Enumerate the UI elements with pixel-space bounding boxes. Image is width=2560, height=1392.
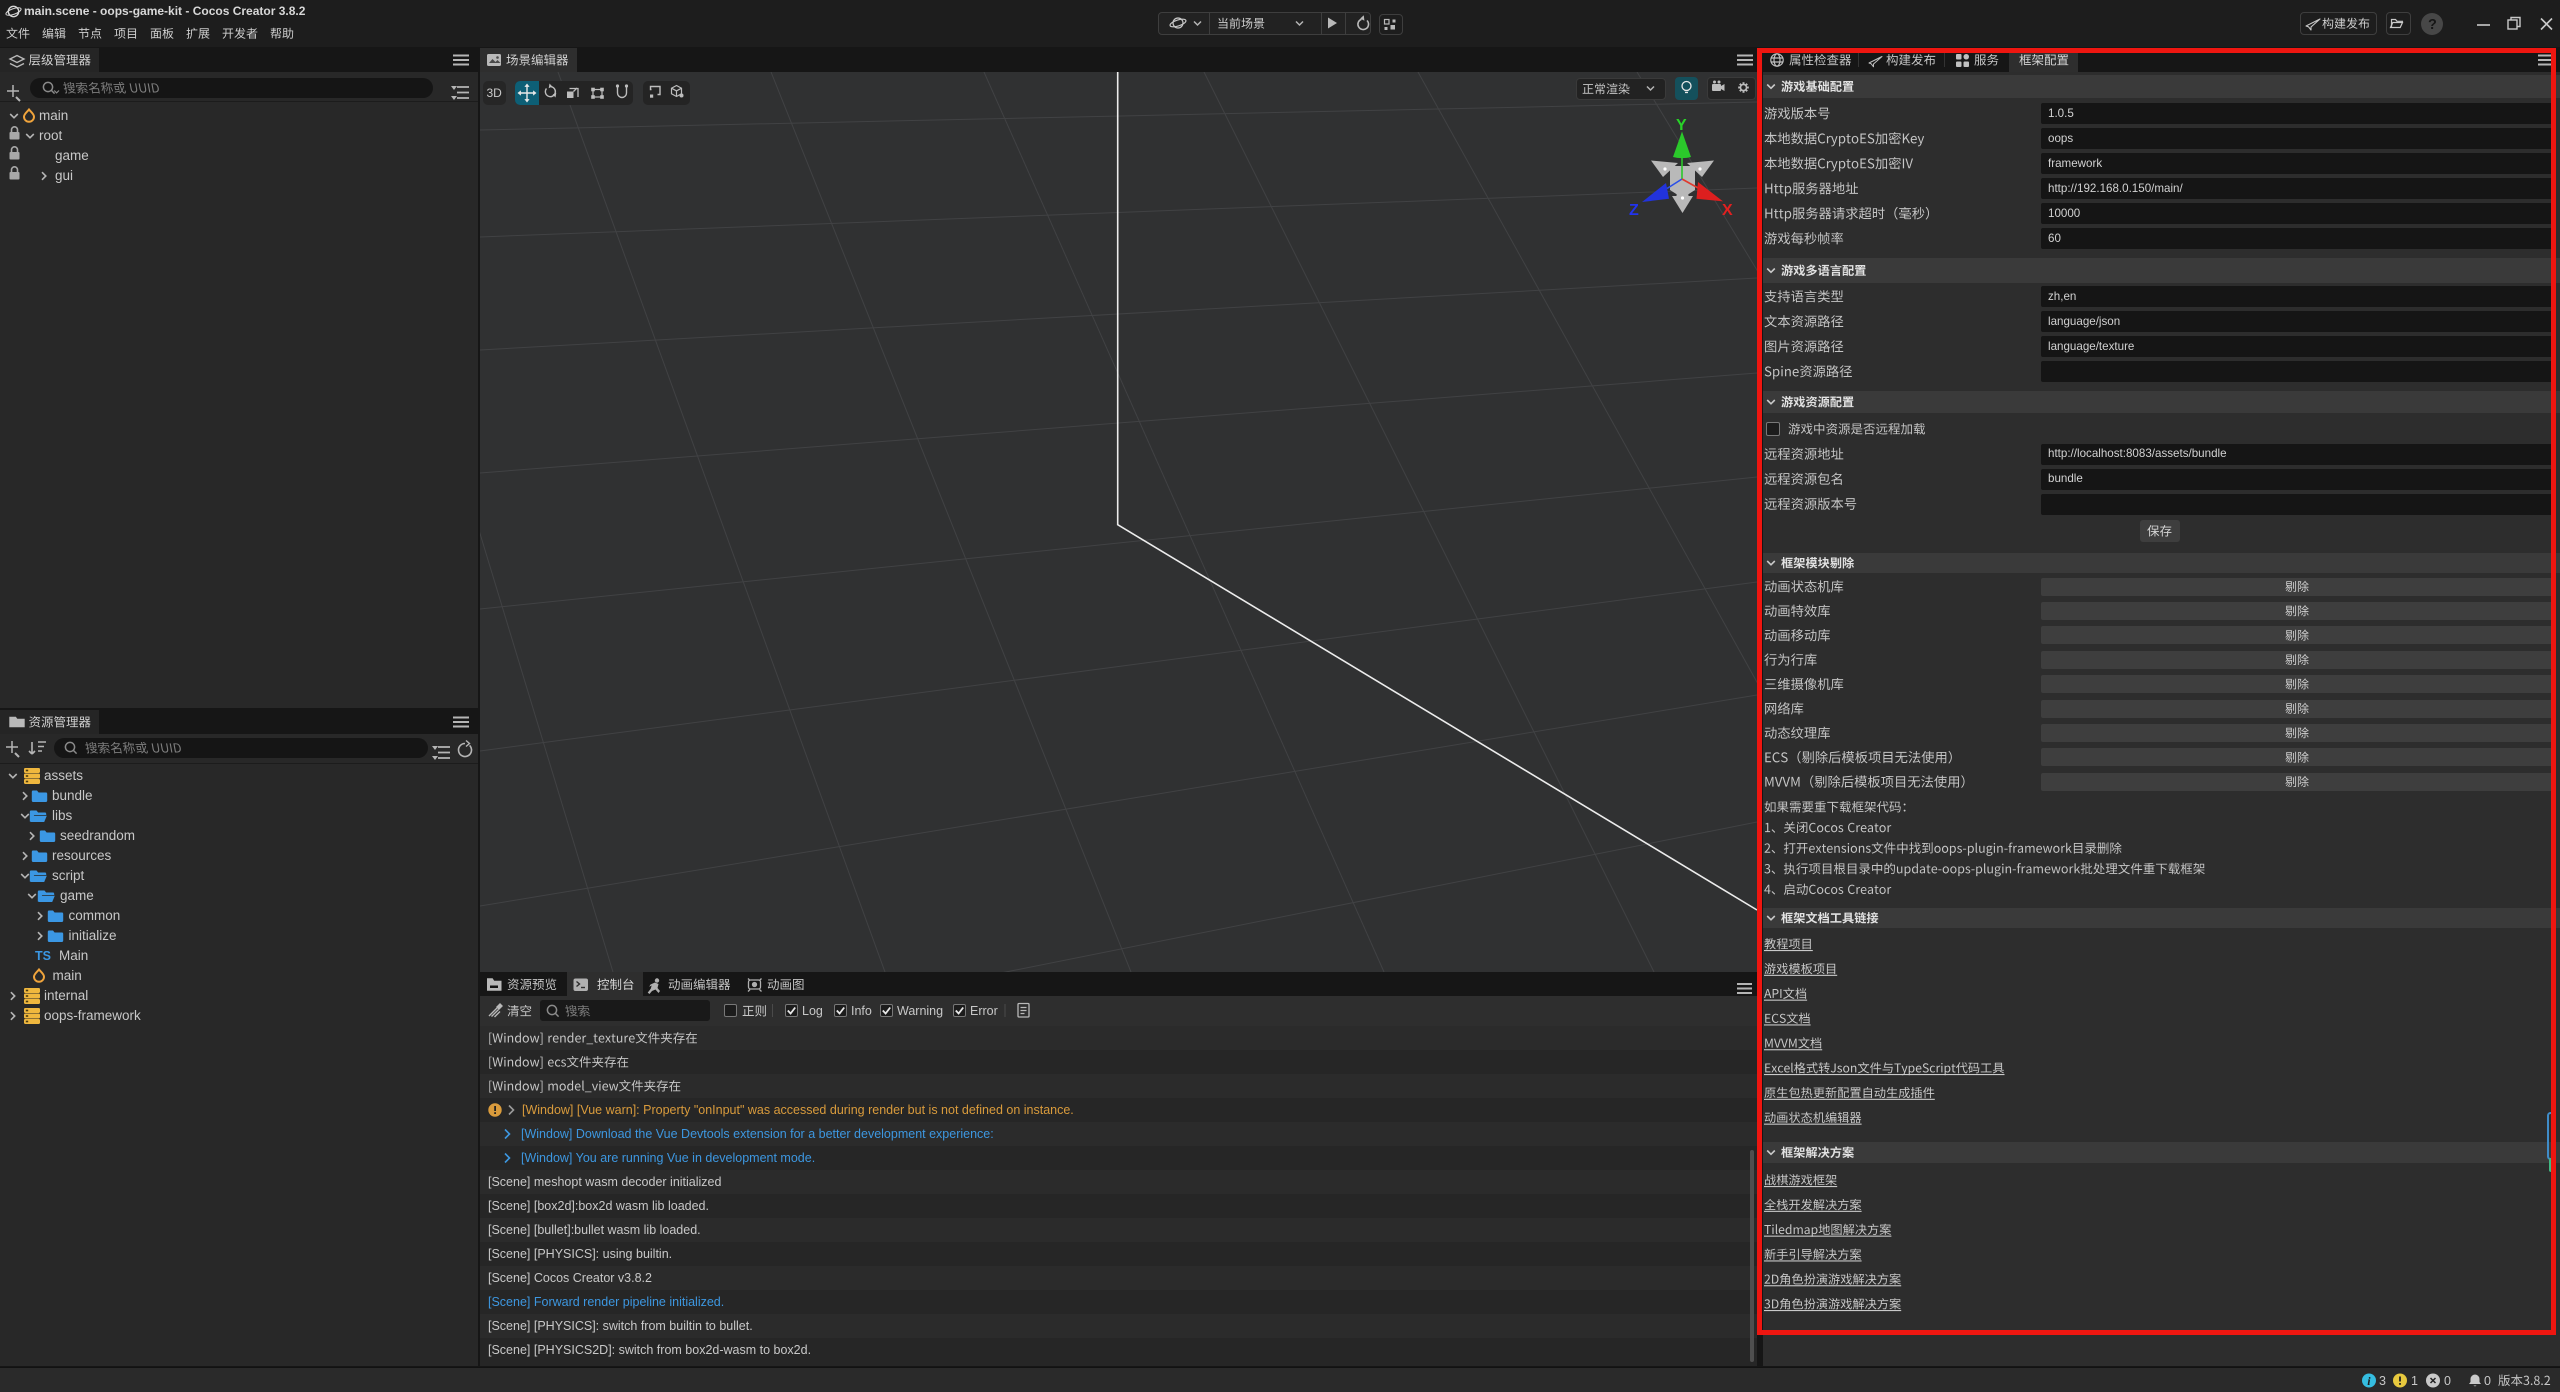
svg-text:X: X <box>1722 202 1733 219</box>
svg-text:Y: Y <box>1676 117 1687 134</box>
svg-text:Z: Z <box>1629 202 1639 219</box>
